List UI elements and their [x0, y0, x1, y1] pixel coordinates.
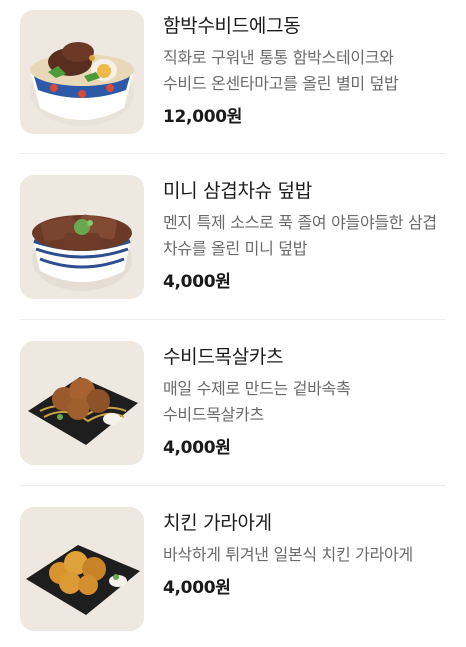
- menu-item-description: 바삭하게 튀겨낸 일본식 치킨 가라아게: [163, 545, 413, 564]
- menu-item-price: 4,000원: [163, 438, 231, 458]
- menu-item-name: 수비드목살카츠: [163, 346, 284, 368]
- menu-item-info: 치킨 가라아게 바삭하게 튀겨낸 일본식 치킨 가라아게 4,000원: [163, 507, 440, 598]
- menu-item-description: 매일 수제로 만드는 겉바속촉 수비드목살카츠: [163, 379, 351, 424]
- menu-item-mini-chashu-don[interactable]: 미니 삼겹차슈 덮밥 멘지 특제 소스로 푹 졸여 야들야들한 삼겹 차슈를 올…: [0, 175, 466, 299]
- menu-item-name: 미니 삼겹차슈 덮밥: [163, 180, 312, 202]
- menu-item-moksal-katsu[interactable]: 수비드목살카츠 매일 수제로 만드는 겉바속촉 수비드목살카츠 4,000원: [0, 341, 466, 465]
- divider: [20, 153, 446, 154]
- divider: [20, 485, 446, 486]
- menu-item-name: 치킨 가라아게: [163, 512, 272, 534]
- menu-item-price: 4,000원: [163, 272, 231, 292]
- menu-item-price: 12,000원: [163, 107, 243, 127]
- menu-item-name: 함박수비드에그동: [163, 15, 301, 37]
- menu-item-chicken-karaage[interactable]: 치킨 가라아게 바삭하게 튀겨낸 일본식 치킨 가라아게 4,000원: [0, 507, 466, 631]
- menu-list: 함박수비드에그동 직화로 구워낸 통통 함박스테이크와 수비드 온센타마고를 올…: [0, 0, 466, 647]
- menu-item-image: [20, 10, 144, 134]
- menu-item-hamburg-egg-don[interactable]: 함박수비드에그동 직화로 구워낸 통통 함박스테이크와 수비드 온센타마고를 올…: [0, 10, 466, 134]
- menu-item-info: 함박수비드에그동 직화로 구워낸 통통 함박스테이크와 수비드 온센타마고를 올…: [163, 10, 440, 127]
- menu-item-description: 멘지 특제 소스로 푹 졸여 야들야들한 삼겹 차슈를 올린 미니 덮밥: [163, 213, 437, 258]
- menu-item-image: [20, 341, 144, 465]
- divider: [20, 319, 446, 320]
- menu-item-image: [20, 175, 144, 299]
- menu-item-info: 미니 삼겹차슈 덮밥 멘지 특제 소스로 푹 졸여 야들야들한 삼겹 차슈를 올…: [163, 175, 440, 292]
- menu-item-description: 직화로 구워낸 통통 함박스테이크와 수비드 온센타마고를 올린 별미 덮밥: [163, 48, 399, 93]
- menu-item-price: 4,000원: [163, 578, 231, 598]
- menu-item-image: [20, 507, 144, 631]
- menu-item-info: 수비드목살카츠 매일 수제로 만드는 겉바속촉 수비드목살카츠 4,000원: [163, 341, 440, 458]
